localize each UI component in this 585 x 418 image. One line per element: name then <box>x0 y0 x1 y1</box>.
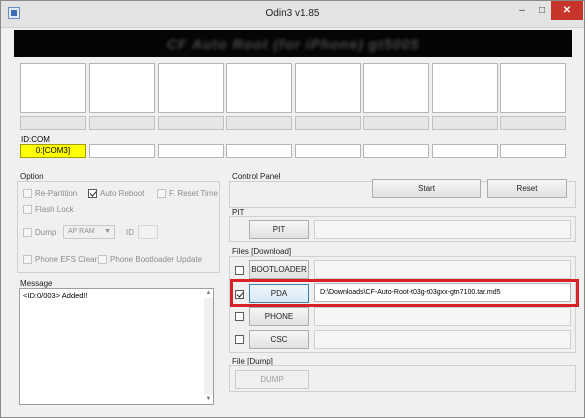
phone-path-field[interactable] <box>314 307 571 326</box>
phone-efs-clear-label: Phone EFS Clear <box>35 255 98 264</box>
message-log: <ID:0/003> Added!! <box>19 288 214 405</box>
id-field[interactable] <box>138 225 158 239</box>
minimize-button[interactable]: – <box>511 1 533 20</box>
csc-checkbox[interactable] <box>235 335 244 344</box>
phone-bootloader-update-checkbox[interactable] <box>98 255 107 264</box>
com-port-7 <box>432 144 498 158</box>
bootloader-path-field[interactable] <box>314 260 571 279</box>
odin3-window: Odin3 v1.85 – □ ✕ CF Auto Root (for iPho… <box>0 0 585 418</box>
bootloader-button[interactable]: BOOTLOADER <box>249 260 309 279</box>
device-slot-6 <box>363 63 429 113</box>
message-scrollbar[interactable] <box>204 298 213 395</box>
device-slot-3 <box>158 63 224 113</box>
progress-bar-3 <box>158 116 224 130</box>
banner: CF Auto Root (for iPhone) gt5005 <box>14 30 572 57</box>
device-slot-4 <box>226 63 292 113</box>
dump-target-select[interactable]: AP RAM ▼ <box>63 225 115 239</box>
title-bar: Odin3 v1.85 – □ ✕ <box>1 1 584 28</box>
chevron-down-icon: ▼ <box>104 228 111 235</box>
auto-reboot-checkbox[interactable] <box>88 189 97 198</box>
dump-checkbox[interactable] <box>23 228 32 237</box>
progress-bar-5 <box>295 116 361 130</box>
close-button[interactable]: ✕ <box>551 1 583 20</box>
dump-target-value: AP RAM <box>68 228 95 235</box>
progress-bar-4 <box>226 116 292 130</box>
device-slot-8 <box>500 63 566 113</box>
com-port-2 <box>89 144 155 158</box>
csc-button[interactable]: CSC <box>249 330 309 349</box>
phone-checkbox[interactable] <box>235 312 244 321</box>
re-partition-checkbox[interactable] <box>23 189 32 198</box>
com-port-1: 0:[COM3] <box>20 144 86 158</box>
files-download-title: Files [Download] <box>232 247 292 256</box>
id-label: ID <box>126 228 134 237</box>
scroll-up-icon[interactable]: ▲ <box>204 289 213 298</box>
f-reset-time-checkbox[interactable] <box>157 189 166 198</box>
dump-button[interactable]: DUMP <box>235 370 309 389</box>
dump-label: Dump <box>35 228 57 237</box>
option-title: Option <box>20 172 44 181</box>
com-port-3 <box>158 144 224 158</box>
window-title: Odin3 v1.85 <box>265 8 320 19</box>
progress-bar-6 <box>363 116 429 130</box>
flash-lock-checkbox[interactable] <box>23 205 32 214</box>
device-slot-5 <box>295 63 361 113</box>
progress-bar-8 <box>500 116 566 130</box>
device-slot-2 <box>89 63 155 113</box>
maximize-button[interactable]: □ <box>533 1 551 20</box>
device-slot-1 <box>20 63 86 113</box>
scroll-down-icon[interactable]: ▼ <box>204 395 213 404</box>
com-port-4 <box>226 144 292 158</box>
device-slot-7 <box>432 63 498 113</box>
id-com-label: ID:COM <box>21 135 50 144</box>
reset-button[interactable]: Reset <box>487 179 567 198</box>
com-port-5 <box>295 144 361 158</box>
com-port-8 <box>500 144 566 158</box>
flash-lock-label: Flash Lock <box>35 205 74 214</box>
phone-button[interactable]: PHONE <box>249 307 309 326</box>
progress-bar-7 <box>432 116 498 130</box>
csc-path-field[interactable] <box>314 330 571 349</box>
control-panel-title: Control Panel <box>232 172 281 181</box>
re-partition-label: Re-Partition <box>35 189 78 198</box>
message-title: Message <box>20 279 53 288</box>
bootloader-checkbox[interactable] <box>235 266 244 275</box>
com-port-6 <box>363 144 429 158</box>
banner-text: CF Auto Root (for iPhone) gt5005 <box>166 36 420 52</box>
pda-row-highlight <box>230 279 579 307</box>
phone-bootloader-update-label: Phone Bootloader Update <box>110 255 203 264</box>
f-reset-time-label: F. Reset Time <box>169 189 218 198</box>
start-button[interactable]: Start <box>372 179 481 198</box>
phone-efs-clear-checkbox[interactable] <box>23 255 32 264</box>
auto-reboot-label: Auto Reboot <box>100 189 145 198</box>
pit-path-field[interactable] <box>314 220 571 239</box>
pit-button[interactable]: PIT <box>249 220 309 239</box>
progress-bar-2 <box>89 116 155 130</box>
progress-bar-1 <box>20 116 86 130</box>
